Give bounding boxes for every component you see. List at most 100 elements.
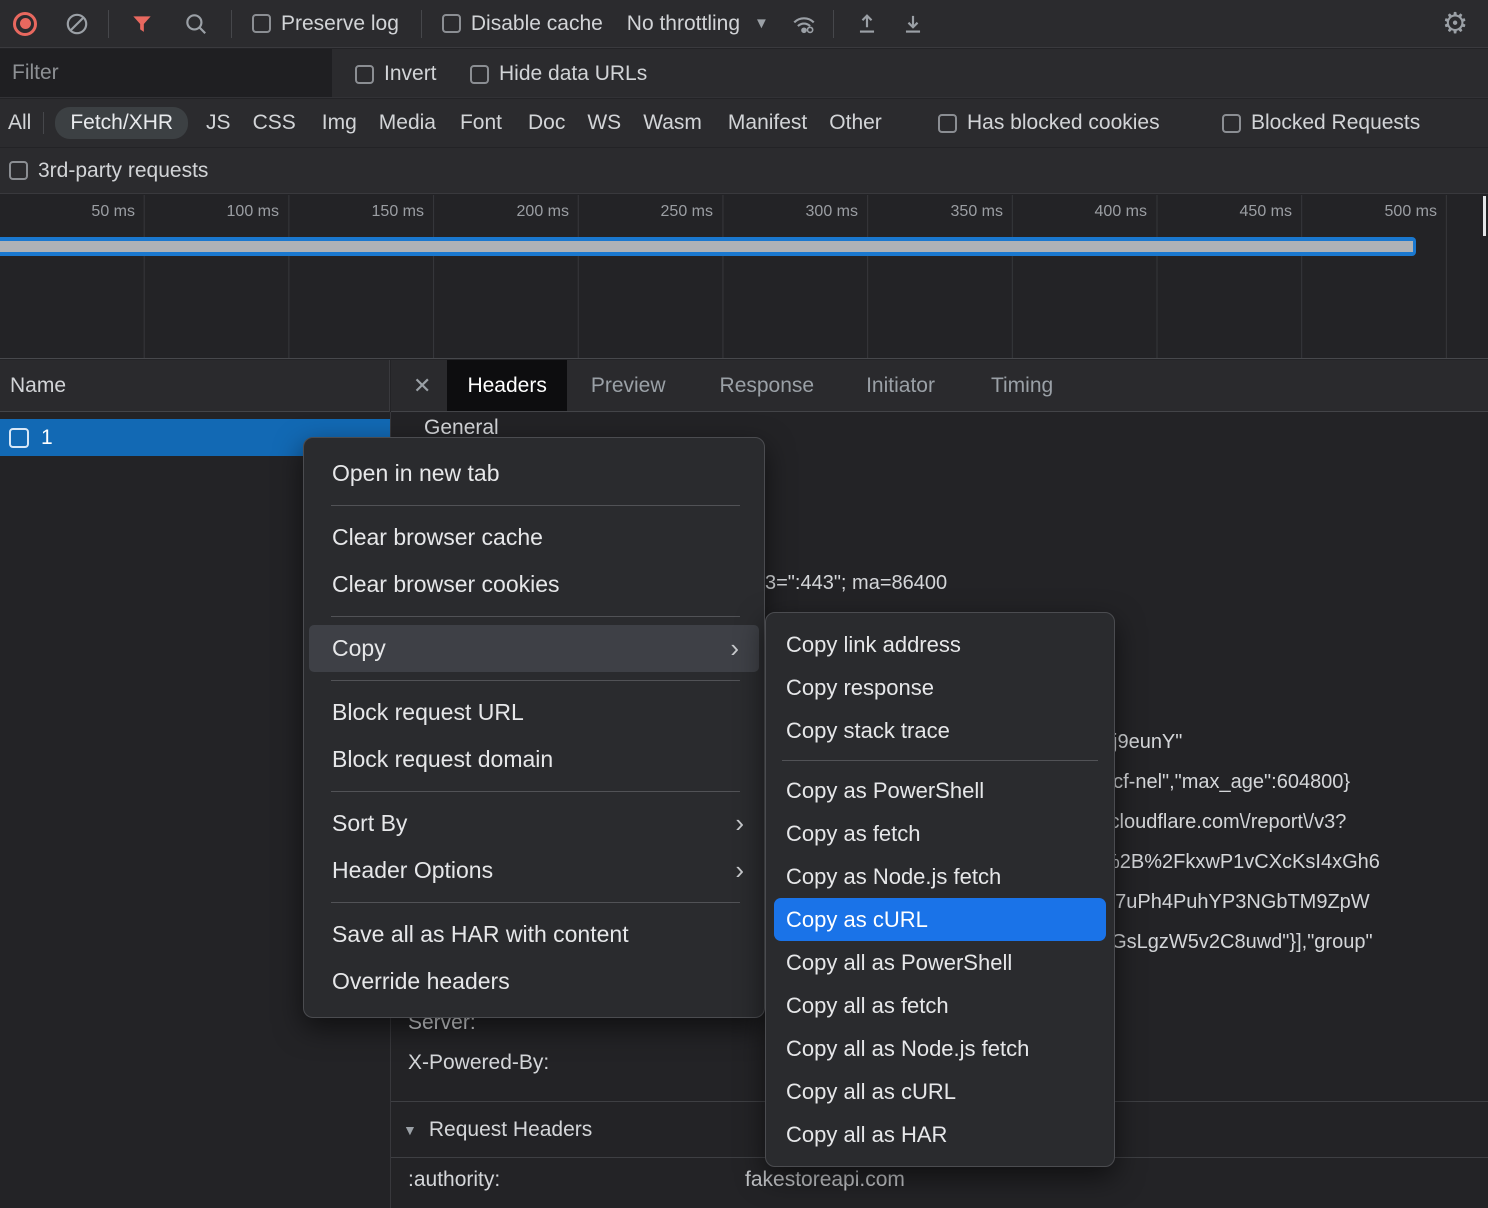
menu-item-save-all-as-har[interactable]: Save all as HAR with content <box>304 911 764 958</box>
filter-type-other[interactable]: Other <box>829 111 882 135</box>
menu-item-clear-browser-cookies[interactable]: Clear browser cookies <box>304 561 764 608</box>
clear-icon <box>64 11 90 37</box>
close-details-button[interactable]: ✕ <box>391 360 447 411</box>
invert-toggle[interactable]: Invert <box>355 62 437 86</box>
search-button[interactable] <box>177 5 215 43</box>
submenu-item-copy-as-powershell[interactable]: Copy as PowerShell <box>766 769 1114 812</box>
timeline-overview[interactable]: 50 ms 100 ms 150 ms 200 ms 250 ms 300 ms… <box>0 195 1488 359</box>
filter-input[interactable] <box>0 49 332 97</box>
alt-svc-value-fragment: 3=":443"; ma=86400 <box>765 572 947 595</box>
submenu-item-copy-all-as-powershell[interactable]: Copy all as PowerShell <box>766 941 1114 984</box>
requests-name-column-header[interactable]: Name <box>0 360 390 412</box>
ruler-tick: 450 ms <box>1152 203 1292 221</box>
hide-data-urls-toggle[interactable]: Hide data URLs <box>470 62 647 86</box>
menu-item-sort-by-label: Sort By <box>332 810 407 836</box>
disable-cache-checkbox[interactable] <box>442 14 461 33</box>
menu-item-block-request-domain[interactable]: Block request domain <box>304 736 764 783</box>
clear-button[interactable] <box>58 5 96 43</box>
submenu-arrow-icon: › <box>735 847 744 894</box>
filter-type-font[interactable]: Font <box>460 111 502 135</box>
overview-scrubber-handle[interactable] <box>1483 196 1486 236</box>
preserve-log-toggle[interactable]: Preserve log <box>252 12 399 36</box>
tab-preview[interactable]: Preview <box>571 360 686 411</box>
third-party-row: 3rd-party requests <box>0 148 1488 194</box>
submenu-item-copy-response[interactable]: Copy response <box>766 666 1114 709</box>
x-powered-by-header-name: X-Powered-By: <box>408 1051 549 1075</box>
header-value-fragment: .cloudflare.com\/report\/v3? <box>1104 811 1346 834</box>
third-party-toggle[interactable]: 3rd-party requests <box>9 159 208 183</box>
invert-checkbox[interactable] <box>355 65 374 84</box>
context-menu: Open in new tab Clear browser cache Clea… <box>303 437 765 1018</box>
filter-row: Invert Hide data URLs <box>0 49 1488 98</box>
network-toolbar: Preserve log Disable cache No throttling… <box>0 0 1488 48</box>
export-har-button[interactable] <box>894 5 932 43</box>
chevron-down-icon: ▼ <box>754 15 769 32</box>
submenu-item-copy-as-nodejs-fetch[interactable]: Copy as Node.js fetch <box>766 855 1114 898</box>
filter-button[interactable] <box>123 5 161 43</box>
menu-item-header-options[interactable]: Header Options › <box>304 847 764 894</box>
devtools-network-panel: Preserve log Disable cache No throttling… <box>0 0 1488 1208</box>
filter-type-doc[interactable]: Doc <box>528 111 565 135</box>
submenu-item-copy-all-as-har[interactable]: Copy all as HAR <box>766 1113 1114 1156</box>
overview-time-bar[interactable] <box>0 237 1416 256</box>
menu-separator <box>331 791 740 792</box>
divider <box>231 10 232 38</box>
invert-label: Invert <box>384 62 437 86</box>
header-value-fragment: %2B%2FkxwP1vCXcKsI4xGh6 <box>1102 851 1380 874</box>
ruler-tick: 100 ms <box>139 203 279 221</box>
disable-cache-toggle[interactable]: Disable cache <box>442 12 603 36</box>
submenu-item-copy-link-address[interactable]: Copy link address <box>766 623 1114 666</box>
settings-button[interactable]: ⚙ <box>1436 5 1474 43</box>
filter-type-fetch-xhr[interactable]: Fetch/XHR <box>55 107 188 139</box>
disclosure-triangle-icon: ▼ <box>403 1122 417 1138</box>
has-blocked-cookies-checkbox[interactable] <box>938 114 957 133</box>
tab-headers[interactable]: Headers <box>447 360 566 411</box>
ruler-tick: 50 ms <box>0 203 135 221</box>
import-har-button[interactable] <box>848 5 886 43</box>
menu-item-open-in-new-tab[interactable]: Open in new tab <box>304 450 764 497</box>
ruler-tick: 350 ms <box>863 203 1003 221</box>
filter-type-img[interactable]: Img <box>322 111 357 135</box>
filter-type-manifest[interactable]: Manifest <box>728 111 807 135</box>
menu-item-override-headers[interactable]: Override headers <box>304 958 764 1005</box>
ruler-tick: 400 ms <box>1007 203 1147 221</box>
submenu-item-copy-as-curl[interactable]: Copy as cURL <box>774 898 1106 941</box>
submenu-item-copy-stack-trace[interactable]: Copy stack trace <box>766 709 1114 752</box>
preserve-log-checkbox[interactable] <box>252 14 271 33</box>
hide-data-urls-checkbox[interactable] <box>470 65 489 84</box>
menu-separator <box>782 760 1098 761</box>
filter-type-ws[interactable]: WS <box>587 111 621 135</box>
network-conditions-button[interactable] <box>785 5 823 43</box>
throttling-dropdown[interactable]: No throttling ▼ <box>627 12 769 36</box>
blocked-requests-toggle[interactable]: Blocked Requests <box>1222 111 1420 135</box>
menu-item-copy[interactable]: Copy › <box>309 625 759 672</box>
filter-type-wasm[interactable]: Wasm <box>643 111 702 135</box>
menu-item-block-request-url[interactable]: Block request URL <box>304 689 764 736</box>
menu-item-sort-by[interactable]: Sort By › <box>304 800 764 847</box>
third-party-checkbox[interactable] <box>9 161 28 180</box>
menu-item-clear-browser-cache[interactable]: Clear browser cache <box>304 514 764 561</box>
menu-item-header-options-label: Header Options <box>332 857 493 883</box>
record-button[interactable] <box>6 5 44 43</box>
filter-type-js[interactable]: JS <box>206 111 231 135</box>
submenu-item-copy-all-as-fetch[interactable]: Copy all as fetch <box>766 984 1114 1027</box>
filter-type-css[interactable]: CSS <box>253 111 296 135</box>
submenu-item-copy-as-fetch[interactable]: Copy as fetch <box>766 812 1114 855</box>
submenu-item-copy-all-as-nodejs-fetch[interactable]: Copy all as Node.js fetch <box>766 1027 1114 1070</box>
third-party-label: 3rd-party requests <box>38 159 208 183</box>
request-row-checkbox[interactable] <box>9 428 29 448</box>
tab-timing[interactable]: Timing <box>971 360 1073 411</box>
submenu-item-copy-all-as-curl[interactable]: Copy all as cURL <box>766 1070 1114 1113</box>
filter-type-media[interactable]: Media <box>379 111 436 135</box>
has-blocked-cookies-toggle[interactable]: Has blocked cookies <box>938 111 1160 135</box>
header-value-fragment: "cf-nel","max_age":604800} <box>1106 771 1350 794</box>
wifi-icon <box>789 11 819 37</box>
filter-type-all[interactable]: All <box>8 111 31 135</box>
divider <box>833 10 834 38</box>
blocked-requests-checkbox[interactable] <box>1222 114 1241 133</box>
submenu-arrow-icon: › <box>730 625 739 672</box>
header-value-fragment: L7uPh4PuhYP3NGbTM9ZpW <box>1104 891 1370 914</box>
tab-response[interactable]: Response <box>700 360 835 411</box>
header-value-fragment: j9eunY" <box>1113 731 1182 754</box>
tab-initiator[interactable]: Initiator <box>846 360 955 411</box>
